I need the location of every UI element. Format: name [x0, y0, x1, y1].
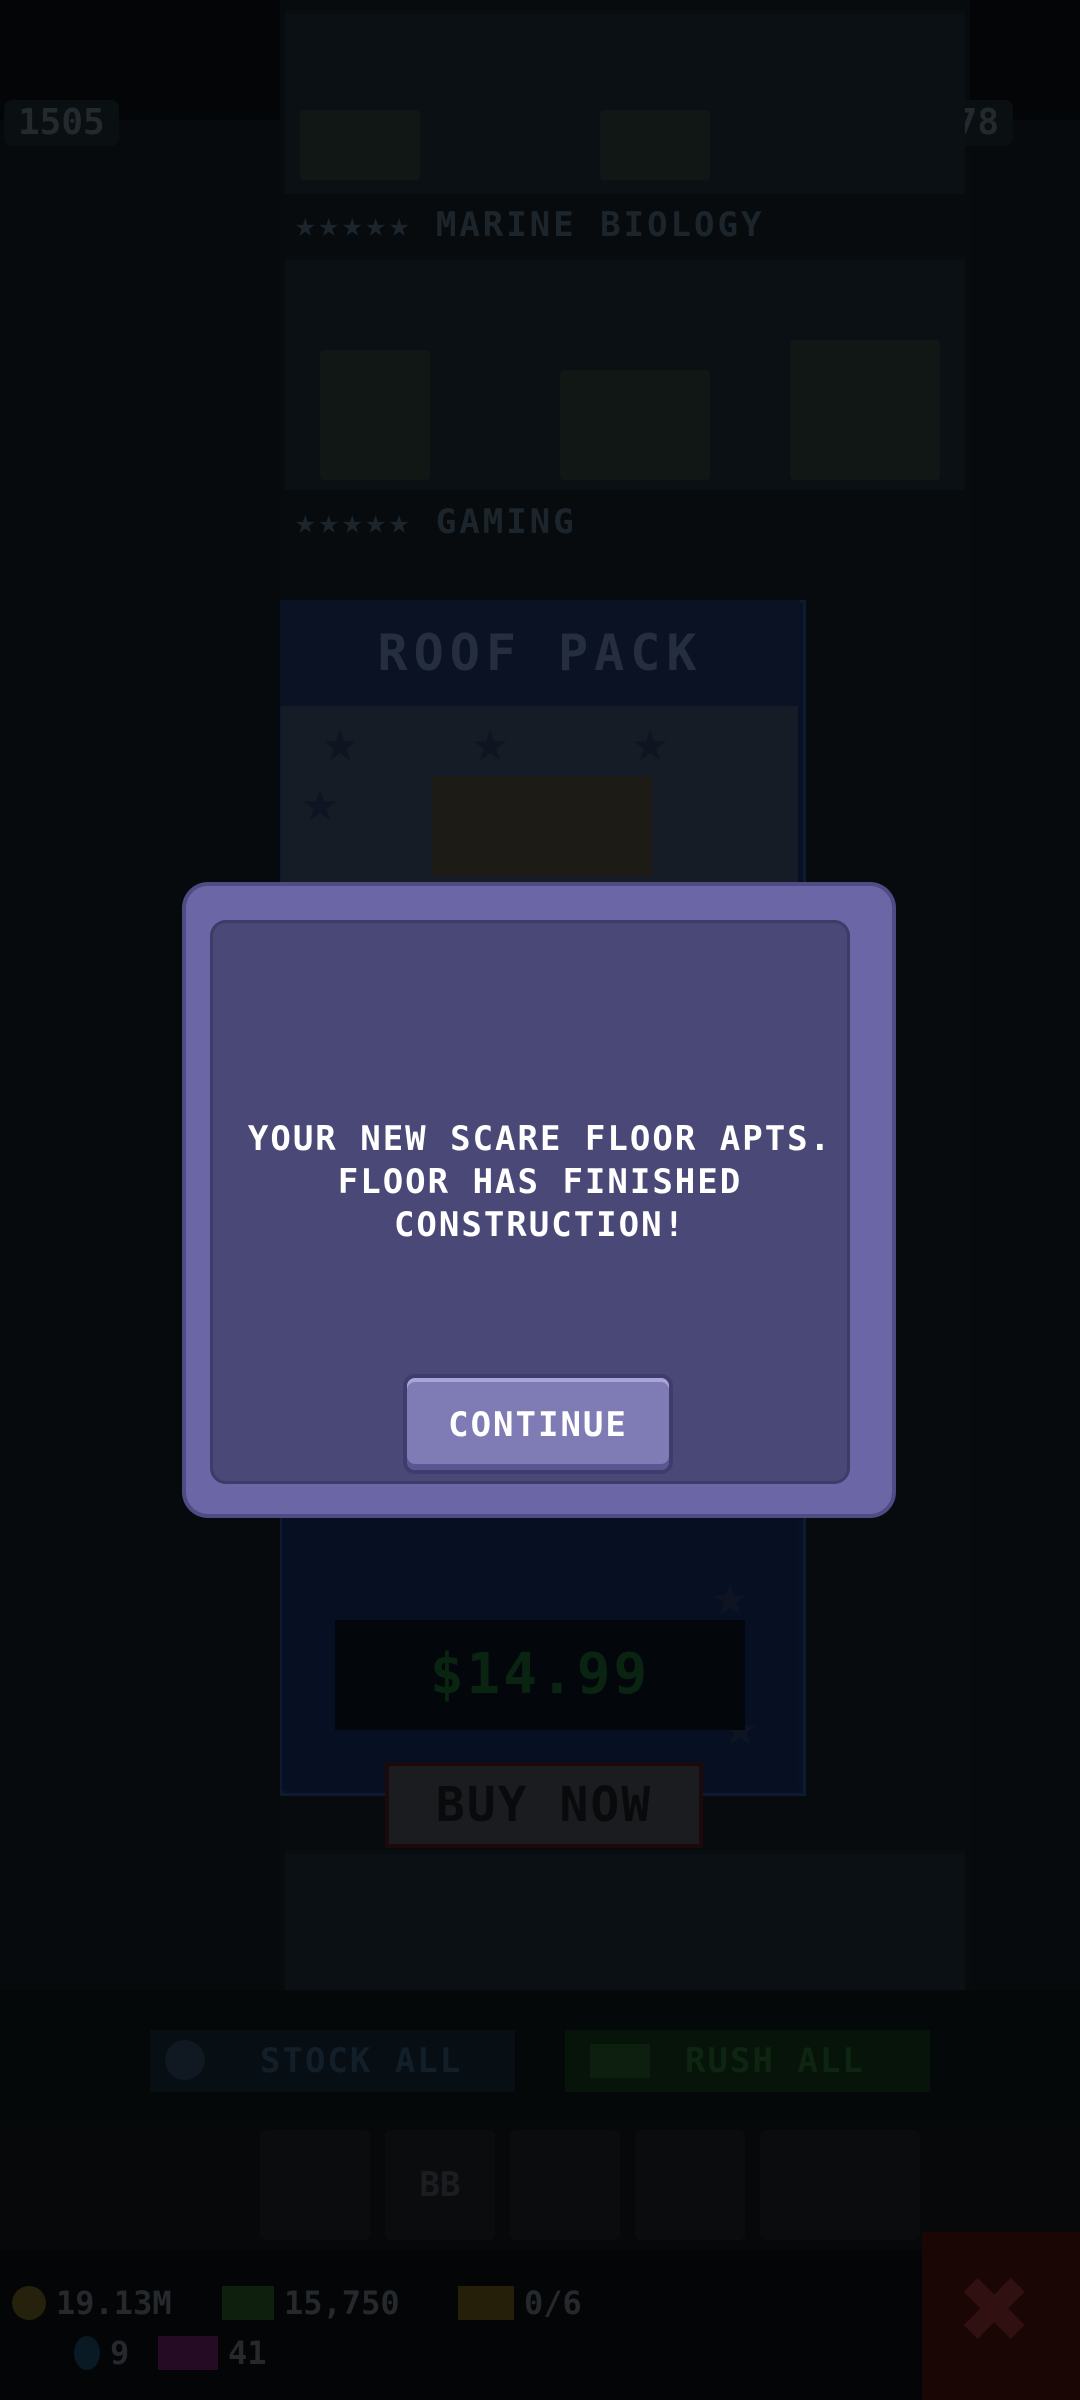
continue-button[interactable]: CONTINUE — [407, 1378, 669, 1470]
dialog-message: YOUR NEW SCARE FLOOR APTS. FLOOR HAS FIN… — [247, 1119, 833, 1245]
